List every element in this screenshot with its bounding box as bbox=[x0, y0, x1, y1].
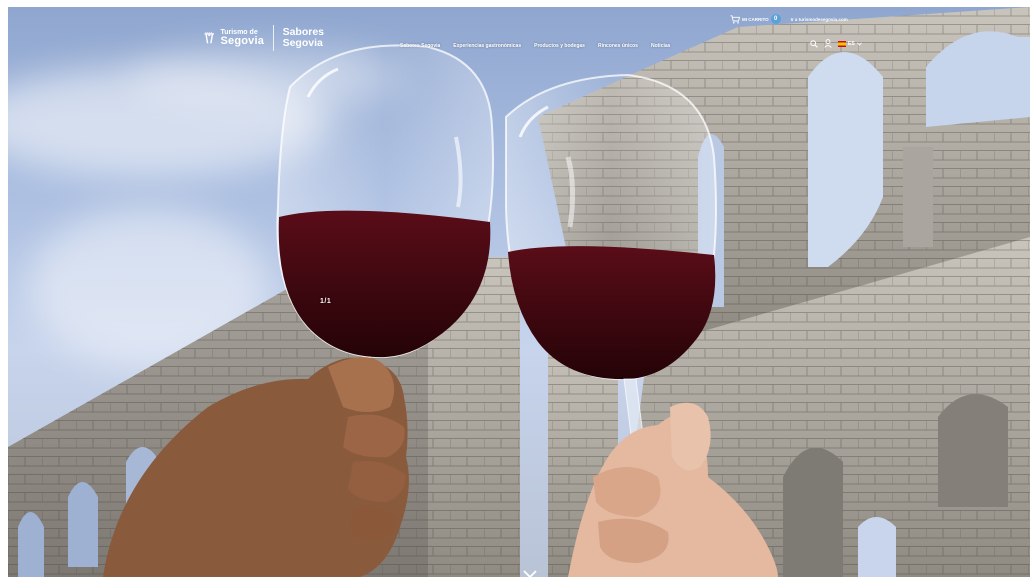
nav-item-experiencias[interactable]: Experiencias gastronómicas bbox=[453, 43, 521, 49]
hero-image bbox=[8, 7, 1030, 577]
header-tools: ES bbox=[810, 39, 862, 48]
user-icon bbox=[824, 39, 832, 48]
language-selector[interactable]: ES bbox=[838, 40, 862, 47]
cart-icon bbox=[730, 14, 740, 24]
search-icon bbox=[810, 39, 818, 48]
top-utility-bar: MI CARRITO 0 Ir a turismodesegovia.com bbox=[730, 14, 848, 24]
slide-counter: 1/1 bbox=[320, 298, 332, 305]
language-label: ES bbox=[848, 40, 855, 47]
nav-item-sabores-segovia[interactable]: Sabores Segovia bbox=[400, 43, 440, 49]
brand-line-2: Segovia bbox=[282, 37, 323, 49]
nav-item-noticias[interactable]: Noticias bbox=[651, 43, 670, 49]
nav-item-productos[interactable]: Productos y bodegas bbox=[534, 43, 585, 49]
user-account-button[interactable] bbox=[824, 39, 832, 48]
site-header: Turismo de Segovia Sabores Segovia Sabor… bbox=[8, 7, 1030, 67]
nav-item-rincones[interactable]: Rincones únicos bbox=[598, 43, 638, 49]
cart-count-badge: 0 bbox=[770, 14, 781, 24]
main-nav: Sabores Segovia Experiencias gastronómic… bbox=[400, 43, 670, 49]
chevron-down-icon bbox=[856, 42, 862, 46]
logo-big-text: Segovia bbox=[220, 35, 265, 47]
cart-label: MI CARRITO bbox=[742, 16, 769, 22]
cart-button[interactable]: MI CARRITO 0 bbox=[730, 14, 781, 24]
page-frame: Turismo de Segovia Sabores Segovia Sabor… bbox=[8, 7, 1030, 577]
search-button[interactable] bbox=[810, 39, 818, 48]
aqueduct-and-wine-glasses-photo bbox=[8, 7, 1030, 577]
aqueduct-logo-icon bbox=[204, 32, 215, 44]
goto-turismo-link[interactable]: Ir a turismodesegovia.com bbox=[791, 17, 848, 22]
scroll-down-chevron-icon[interactable] bbox=[522, 569, 538, 577]
flag-icon bbox=[838, 40, 846, 47]
site-logo[interactable]: Turismo de Segovia Sabores Segovia bbox=[204, 23, 324, 53]
